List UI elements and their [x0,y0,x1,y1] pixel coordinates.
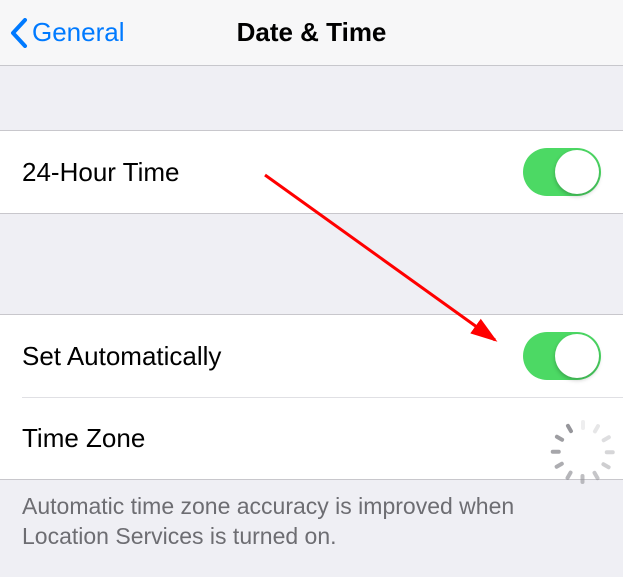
group-set-auto: Set Automatically Time Zone [0,314,623,480]
navbar: General Date & Time [0,0,623,66]
row-time-zone[interactable]: Time Zone [22,397,623,479]
toggle-set-automatically[interactable] [523,332,601,380]
row-24-hour-time: 24-Hour Time [0,131,623,213]
row-label: 24-Hour Time [22,157,180,188]
toggle-knob [555,150,599,194]
section-spacer [0,214,623,314]
row-set-automatically: Set Automatically [0,315,623,397]
footer-text: Automatic time zone accuracy is improved… [0,480,623,564]
toggle-knob [555,334,599,378]
page-title: Date & Time [237,17,387,48]
row-label: Set Automatically [22,341,221,372]
back-button[interactable]: General [10,17,125,48]
group-24hour: 24-Hour Time [0,130,623,214]
section-spacer [0,66,623,130]
back-label: General [32,17,125,48]
chevron-left-icon [10,18,28,48]
toggle-24-hour-time[interactable] [523,148,601,196]
row-label: Time Zone [22,423,145,454]
spinner-icon [565,421,601,457]
